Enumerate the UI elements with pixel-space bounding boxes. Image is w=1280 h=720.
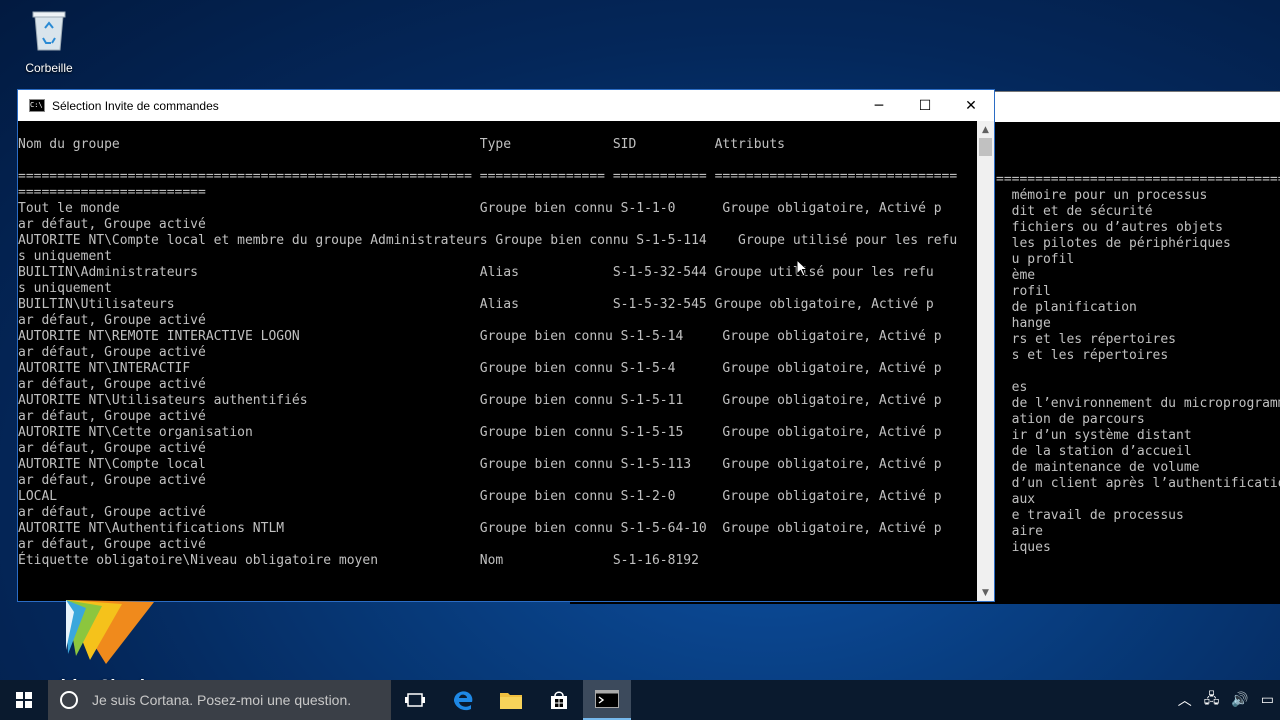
file-explorer-button[interactable] (487, 680, 535, 720)
console-output[interactable]: Nom du groupe Type SID Attributs =======… (18, 121, 978, 601)
scroll-down-arrow-icon[interactable]: ▼ (977, 584, 994, 601)
video2brain-logo-icon (66, 600, 154, 664)
window-title: Sélection Invite de commandes (52, 98, 219, 113)
cortana-icon (60, 691, 78, 709)
cmd-app-icon: C:\ (29, 99, 45, 112)
minimize-button[interactable]: ─ (856, 90, 902, 121)
windows-logo-icon (16, 692, 32, 708)
recycle-bin-label: Corbeille (25, 61, 73, 75)
task-view-button[interactable] (391, 680, 439, 720)
recycle-bin-icon (32, 11, 66, 51)
window-titlebar[interactable]: C:\ Sélection Invite de commandes ─ ☐ ✕ (18, 90, 994, 121)
taskbar: Je suis Cortana. Posez-moi une question. (0, 680, 1280, 720)
background-console-text: ========================================… (996, 172, 1280, 555)
action-center-icon[interactable]: ▭ (1261, 692, 1274, 708)
console-text: Nom du groupe Type SID Attributs =======… (18, 137, 958, 568)
store-button[interactable] (535, 680, 583, 720)
system-tray: ︿ 🖧 🔊 ▭ (1172, 680, 1280, 720)
start-button[interactable] (0, 680, 48, 720)
folder-icon (500, 693, 522, 709)
cmd-taskbar-button[interactable] (583, 680, 631, 720)
cortana-search-box[interactable]: Je suis Cortana. Posez-moi une question. (48, 680, 391, 720)
store-icon (551, 691, 567, 709)
cmd-icon (595, 690, 619, 708)
task-view-icon (405, 693, 425, 707)
edge-icon (454, 691, 473, 711)
vertical-scrollbar[interactable]: ▲ ▼ (977, 121, 994, 601)
edge-browser-button[interactable] (439, 680, 487, 720)
scrollbar-thumb[interactable] (979, 138, 992, 156)
scroll-up-arrow-icon[interactable]: ▲ (977, 121, 994, 138)
network-icon[interactable]: 🖧 (1204, 688, 1220, 712)
volume-icon[interactable]: 🔊 (1231, 692, 1248, 708)
close-button[interactable]: ✕ (948, 90, 994, 121)
search-placeholder: Je suis Cortana. Posez-moi une question. (92, 692, 352, 708)
maximize-button[interactable]: ☐ (902, 90, 948, 121)
recycle-bin[interactable]: Corbeille (16, 8, 82, 75)
window-controls: ─ ☐ ✕ (856, 90, 994, 121)
chevron-up-icon[interactable]: ︿ (1178, 690, 1192, 710)
command-prompt-window[interactable]: C:\ Sélection Invite de commandes ─ ☐ ✕ … (17, 89, 995, 602)
mouse-pointer-icon (796, 259, 808, 277)
